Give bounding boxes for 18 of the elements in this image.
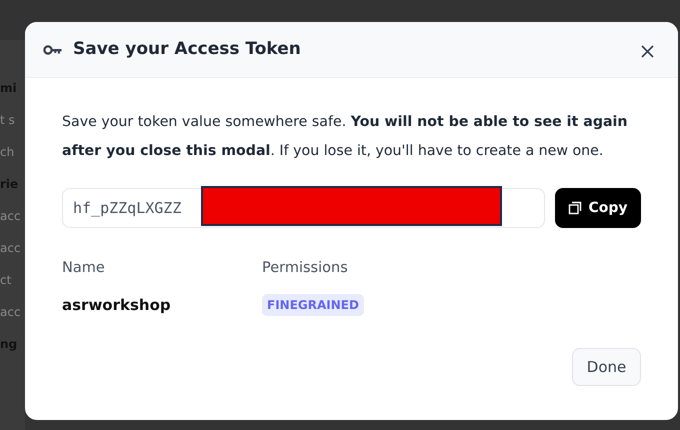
done-button[interactable]: Done <box>572 348 641 386</box>
background-text: acc <box>0 208 21 225</box>
background-text: ch <box>0 144 14 161</box>
modal-title: Save your Access Token <box>73 39 301 60</box>
background-text: acc <box>0 304 21 321</box>
copy-button[interactable]: Copy <box>555 188 641 228</box>
background-text: acc <box>0 240 21 257</box>
background-text: t s <box>0 112 15 129</box>
token-field[interactable]: hf_pZZqLXGZZ <box>62 188 545 228</box>
warning-message: Save your token value somewhere safe. You will not be able to see it again after you close this modal. If you lose it, you'll have to create a new one. <box>62 113 629 161</box>
permission-badge: FINEGRAINED <box>262 294 364 316</box>
close-icon <box>641 44 654 58</box>
key-icon <box>43 44 63 56</box>
background-text: ct <box>0 272 12 289</box>
column-label: Permissions <box>262 259 349 278</box>
copy-icon <box>568 201 582 215</box>
token-name: asrworkshop <box>62 294 172 316</box>
column-label: Name <box>62 259 106 278</box>
